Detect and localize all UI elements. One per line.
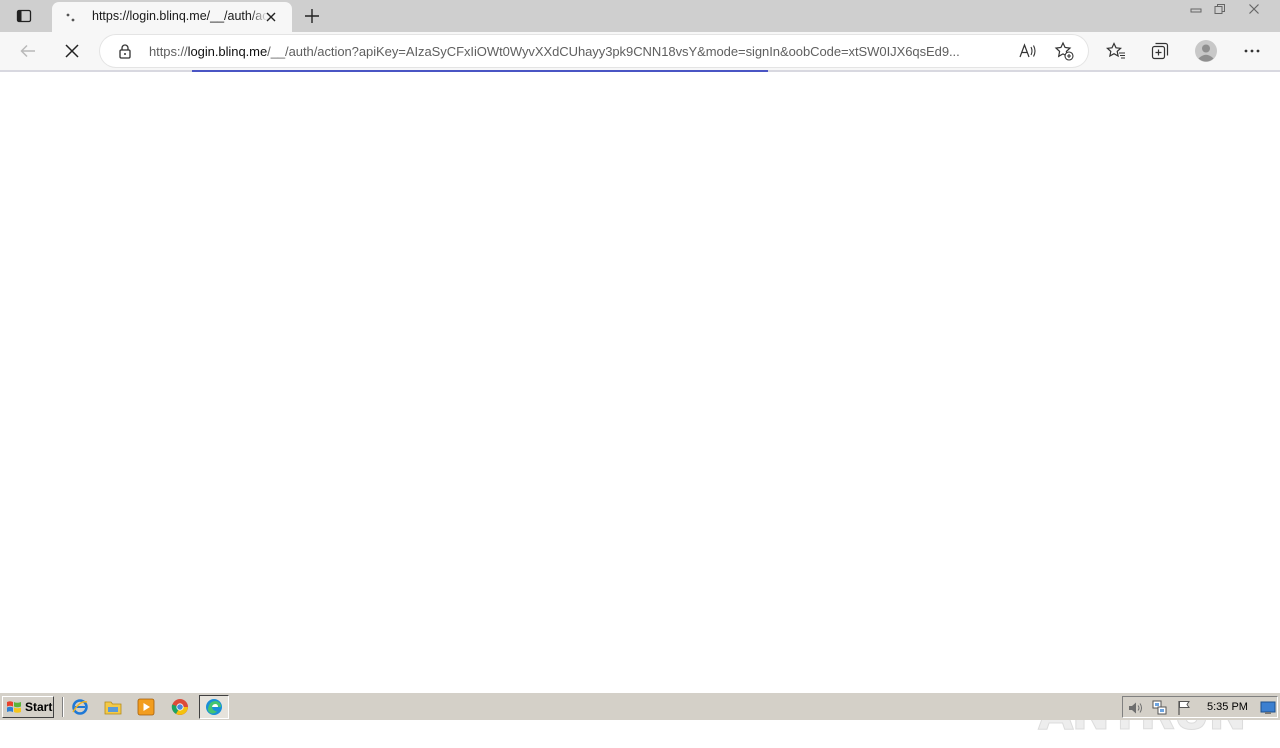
favorites-icon: [1106, 42, 1125, 59]
windows-logo-icon: [7, 701, 21, 713]
network-tray-button[interactable]: [1151, 699, 1169, 717]
minimize-button[interactable]: [1184, 0, 1208, 18]
read-aloud-icon: [1019, 43, 1036, 58]
volume-tray-button[interactable]: [1127, 699, 1145, 717]
chrome-launcher[interactable]: [171, 698, 189, 716]
internet-explorer-icon: [72, 699, 88, 715]
tab-actions-icon: [16, 9, 32, 23]
profile-icon: [1195, 40, 1217, 62]
restore-button[interactable]: [1208, 0, 1232, 18]
more-menu-button[interactable]: [1238, 37, 1266, 65]
url-scheme: https://: [149, 44, 188, 59]
loading-spinner-icon: [66, 13, 75, 22]
more-menu-icon: [1244, 49, 1260, 53]
tab-strip: https://login.blinq.me/__/auth/action?ap…: [0, 0, 1280, 32]
address-bar[interactable]: https://login.blinq.me/__/auth/action?ap…: [100, 35, 1088, 67]
back-arrow-icon: [20, 44, 35, 58]
navigation-toolbar: https://login.blinq.me/__/auth/action?ap…: [0, 32, 1280, 70]
page-content: ANY RUN: [0, 72, 1280, 741]
taskbar-clock[interactable]: 5:35 PM: [1207, 701, 1248, 713]
back-button[interactable]: [14, 37, 42, 65]
start-button[interactable]: Start: [2, 696, 54, 718]
show-desktop-icon: [1260, 701, 1276, 714]
file-explorer-launcher[interactable]: [104, 698, 122, 716]
collections-button[interactable]: [1146, 37, 1174, 65]
active-tab[interactable]: https://login.blinq.me/__/auth/action?ap…: [52, 2, 292, 32]
profile-button[interactable]: [1192, 37, 1220, 65]
edge-taskbar-button[interactable]: [199, 695, 229, 719]
add-favorite-button[interactable]: [1054, 41, 1074, 61]
collections-icon: [1151, 42, 1169, 60]
tab-title: https://login.blinq.me/__/auth/action?ap…: [92, 9, 268, 23]
volume-icon: [1129, 702, 1142, 714]
show-desktop-button[interactable]: [1259, 699, 1277, 717]
media-player-icon: [137, 698, 155, 716]
taskbar-separator: [62, 697, 64, 717]
restore-icon: [1214, 4, 1225, 14]
flag-icon: [1178, 701, 1190, 715]
minimize-icon: [1190, 8, 1202, 13]
stop-button[interactable]: [58, 37, 86, 65]
start-label: Start: [25, 700, 53, 714]
close-window-icon: [1249, 4, 1259, 14]
lock-icon[interactable]: [117, 43, 133, 59]
tab-close-button[interactable]: [262, 8, 280, 26]
action-center-tray-button[interactable]: [1175, 699, 1193, 717]
plus-icon: [305, 9, 319, 23]
media-player-launcher[interactable]: [137, 698, 155, 716]
read-aloud-button[interactable]: [1018, 41, 1038, 61]
edge-icon: [206, 699, 222, 715]
add-favorite-icon: [1054, 41, 1074, 61]
url-host: login.blinq.me: [187, 44, 268, 59]
favorites-button[interactable]: [1102, 37, 1130, 65]
stop-loading-icon: [65, 44, 79, 58]
chrome-icon: [171, 699, 188, 715]
url-text[interactable]: https://login.blinq.me/__/auth/action?ap…: [149, 44, 1011, 59]
folder-icon: [104, 701, 122, 715]
close-icon: [266, 12, 276, 22]
url-path: /__/auth/action?apiKey=AIzaSyCFxIiOWt0Wy…: [267, 44, 960, 59]
taskbar: Start 5:35 PM: [0, 692, 1280, 720]
new-tab-button[interactable]: [300, 4, 324, 28]
close-window-button[interactable]: [1242, 0, 1266, 18]
internet-explorer-launcher[interactable]: [71, 698, 89, 716]
system-tray: 5:35 PM: [1122, 696, 1278, 718]
tab-actions-button[interactable]: [8, 4, 40, 28]
network-icon: [1152, 700, 1167, 715]
